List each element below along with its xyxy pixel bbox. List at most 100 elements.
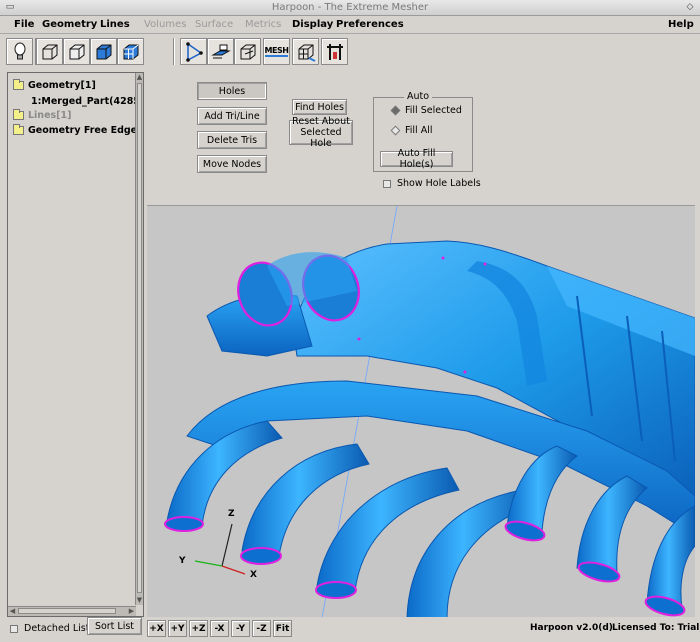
- tree-item-merged-part[interactable]: 1:Merged_Part(42856): [31, 94, 135, 108]
- view-plus-y-button[interactable]: +Y: [168, 620, 187, 637]
- view-plus-z-button[interactable]: +Z: [189, 620, 208, 637]
- menu-display[interactable]: Display: [292, 19, 333, 30]
- view-plus-x-button[interactable]: +X: [147, 620, 166, 637]
- nodes-tool[interactable]: [180, 38, 207, 65]
- checkbox-icon: [383, 179, 391, 188]
- view-cube-4-tool[interactable]: [117, 38, 144, 65]
- scroll-thumb[interactable]: [137, 83, 142, 593]
- axis-y-label: Y: [178, 556, 186, 566]
- model-tree: Geometry[1] 1:Merged_Part(42856) Lines[1…: [9, 74, 135, 606]
- menu-lines[interactable]: Lines: [100, 19, 130, 30]
- view-minus-z-button[interactable]: -Z: [252, 620, 271, 637]
- window-title: Harpoon - The Extreme Mesher: [271, 2, 429, 13]
- menu-file[interactable]: File: [14, 19, 34, 30]
- scroll-left-icon[interactable]: ◀: [8, 607, 17, 616]
- tree-item-label: 1:Merged_Part(42856): [31, 95, 135, 107]
- scroll-right-icon[interactable]: ▶: [127, 607, 136, 616]
- cube-icon: [69, 44, 84, 59]
- tree-item-geometry[interactable]: Geometry[1]: [13, 78, 96, 92]
- hole-edge-5: [315, 581, 357, 599]
- view-minus-y-button[interactable]: -Y: [231, 620, 250, 637]
- tools-icon: [326, 43, 343, 60]
- tree-item-label: Geometry[1]: [28, 79, 96, 91]
- toolbar: MESH: [0, 35, 700, 67]
- radio-selected-icon: [390, 105, 401, 116]
- menu-metrics[interactable]: Metrics: [245, 19, 281, 30]
- wire-cube-tool[interactable]: [234, 38, 261, 65]
- lightbulb-icon: [14, 42, 25, 59]
- move-nodes-button[interactable]: Move Nodes: [197, 155, 267, 173]
- license-text: Licensed To: Trial: [612, 623, 700, 633]
- menu-bar: File Geometry Lines Volumes Surface Metr…: [0, 16, 700, 34]
- tree-item-label: Lines[1]: [28, 109, 72, 121]
- cube-icon: [42, 44, 57, 59]
- lightbulb-tool[interactable]: [6, 38, 33, 65]
- detached-list-label: Detached List: [24, 623, 90, 634]
- show-hole-labels-label: Show Hole Labels: [397, 178, 481, 189]
- tree-item-lines[interactable]: Lines[1]: [13, 108, 71, 122]
- auto-group-title: Auto: [404, 91, 433, 102]
- checkbox-icon: [10, 624, 18, 633]
- sort-list-button[interactable]: Sort List: [87, 617, 142, 635]
- holes-button[interactable]: Holes: [197, 82, 267, 100]
- menu-volumes[interactable]: Volumes: [144, 19, 186, 30]
- reset-label-line1: Reset About: [292, 116, 350, 127]
- view-fit-button[interactable]: Fit: [273, 620, 292, 637]
- folder-open-icon: [13, 78, 24, 90]
- surface-icon: [210, 44, 231, 58]
- view-cube-1-tool[interactable]: [36, 38, 63, 65]
- fill-all-label: Fill All: [405, 125, 433, 136]
- 3d-viewport[interactable]: Z Y X: [147, 205, 695, 617]
- find-holes-button[interactable]: Find Holes: [292, 99, 347, 115]
- folder-icon: [13, 123, 24, 135]
- scroll-down-icon[interactable]: ▼: [136, 596, 143, 605]
- triangle-nodes-icon: [185, 41, 203, 62]
- surface-tool[interactable]: [207, 38, 234, 65]
- cube-icon: [123, 44, 138, 59]
- window-menu-icon[interactable]: ▭: [4, 2, 16, 13]
- radio-unselected-icon: [390, 125, 401, 136]
- cube-icon: [96, 44, 111, 59]
- menu-surface[interactable]: Surface: [195, 19, 233, 30]
- reset-label-line2: Selected Hole: [300, 127, 342, 149]
- auto-group: Auto Fill Selected Fill All Auto Fill Ho…: [373, 91, 473, 172]
- view-minus-x-button[interactable]: -X: [210, 620, 229, 637]
- tree-vertical-scrollbar[interactable]: ▲ ▼: [135, 73, 143, 605]
- menu-geometry[interactable]: Geometry: [42, 19, 97, 30]
- scroll-up-icon[interactable]: ▲: [136, 73, 143, 82]
- version-text: Harpoon v2.0(d): [530, 623, 613, 633]
- edit-tool[interactable]: [321, 38, 348, 65]
- view-cube-2-tool[interactable]: [63, 38, 90, 65]
- mesh-cube-icon: [298, 44, 315, 62]
- menu-preferences[interactable]: Preferences: [336, 19, 404, 30]
- title-bar: ▭ Harpoon - The Extreme Mesher ◇: [0, 0, 700, 16]
- delete-tris-button[interactable]: Delete Tris: [197, 131, 267, 149]
- mesh-render: Z Y X: [164, 206, 695, 617]
- tree-item-label: Geometry Free Edges[9: [28, 124, 135, 136]
- hole-edge-3: [164, 516, 204, 532]
- window-close-icon[interactable]: ◇: [684, 2, 696, 13]
- mesh-label: MESH: [264, 46, 289, 57]
- view-cube-3-tool[interactable]: [90, 38, 117, 65]
- tree-horizontal-scrollbar[interactable]: ◀ ▶: [8, 606, 136, 616]
- hole-edge-4: [240, 547, 282, 565]
- show-hole-labels-checkbox[interactable]: Show Hole Labels: [383, 178, 481, 189]
- axis-x-label: X: [250, 570, 257, 580]
- mesh-tool[interactable]: MESH: [263, 38, 290, 65]
- tree-item-free-edges[interactable]: Geometry Free Edges[9: [13, 123, 135, 137]
- wire-cube-icon: [240, 44, 255, 59]
- detached-list-checkbox[interactable]: Detached List: [10, 623, 89, 634]
- mesh-cube-tool[interactable]: [292, 38, 319, 65]
- auto-fill-holes-button[interactable]: Auto Fill Hole(s): [380, 148, 453, 170]
- hscroll-thumb[interactable]: [18, 608, 116, 614]
- add-tri-line-button[interactable]: Add Tri/Line: [197, 107, 267, 125]
- fill-selected-label: Fill Selected: [405, 105, 462, 116]
- reset-about-selected-hole-button[interactable]: Reset About Selected Hole: [289, 116, 353, 149]
- model-tree-panel: Geometry[1] 1:Merged_Part(42856) Lines[1…: [7, 72, 144, 617]
- axis-z-label: Z: [228, 509, 235, 519]
- fill-selected-radio[interactable]: Fill Selected: [390, 105, 462, 116]
- fill-all-radio[interactable]: Fill All: [390, 125, 433, 136]
- app-window: ▭ Harpoon - The Extreme Mesher ◇ File Ge…: [0, 0, 700, 642]
- folder-icon: [13, 108, 24, 120]
- menu-help[interactable]: Help: [668, 19, 694, 30]
